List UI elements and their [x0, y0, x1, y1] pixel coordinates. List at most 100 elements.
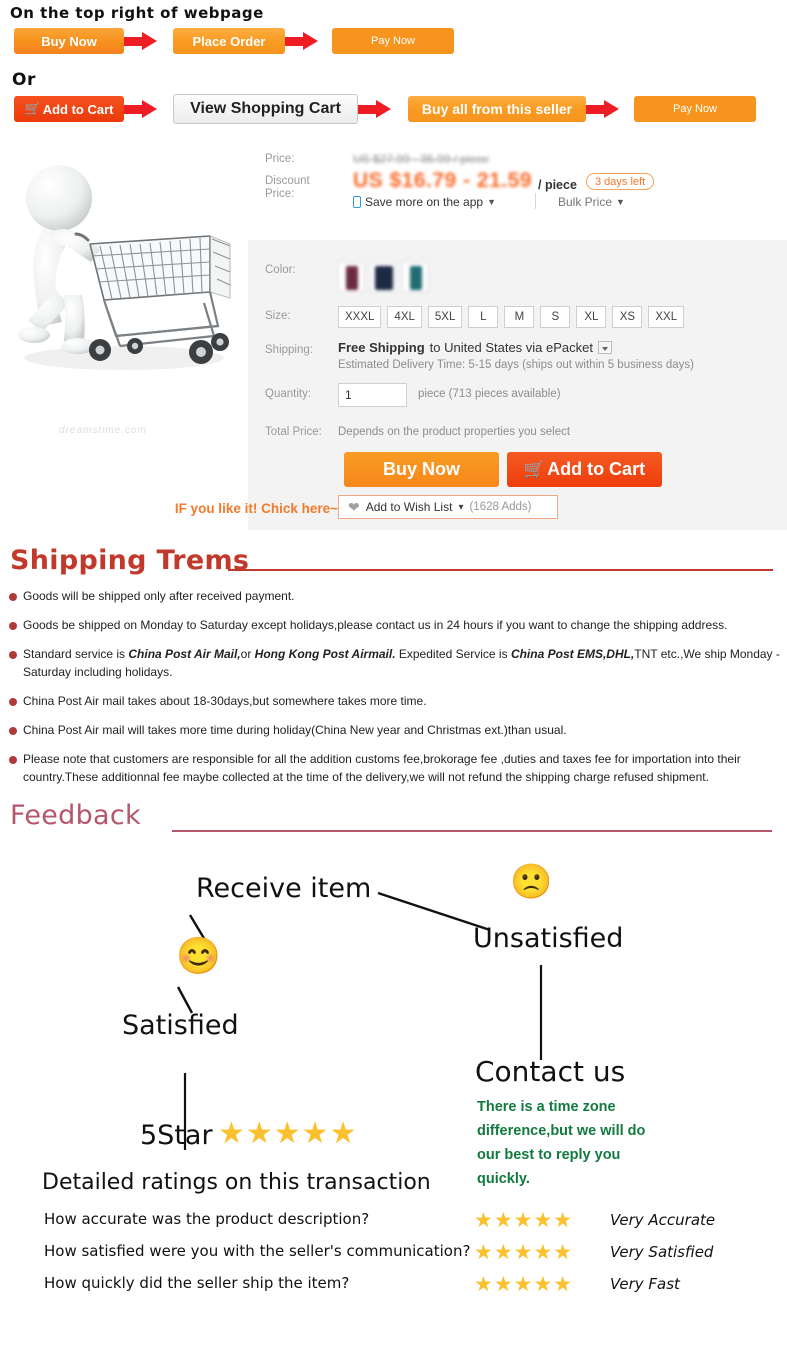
rating-stars-icon: ★★★★★	[474, 1209, 574, 1232]
chevron-down-icon: ▼	[487, 197, 496, 207]
cart-icon: 🛒	[523, 459, 546, 479]
cart-icon: 🛒	[24, 101, 41, 116]
flow-buy-all-from-seller-button[interactable]: Buy all from this seller	[408, 96, 586, 122]
receive-item-label: Receive item	[196, 873, 372, 904]
flow-view-shopping-cart-button[interactable]: View Shopping Cart	[173, 94, 358, 124]
buy-now-button[interactable]: Buy Now	[344, 452, 499, 487]
section-divider	[172, 830, 772, 832]
size-option[interactable]: 5XL	[427, 306, 463, 328]
flow-add-to-cart-button[interactable]: 🛒 Add to Cart	[14, 96, 124, 122]
list-item: China Post Air mail takes about 18-30day…	[0, 692, 787, 710]
wish-list-hint: IF you like it! Chick here~	[174, 501, 338, 516]
shopping-cart-person-icon	[18, 165, 231, 370]
feedback-header: Feedback	[0, 800, 787, 838]
price-block: Price: US $27.99 - 35.99 / piece Discoun…	[248, 147, 787, 242]
rating-stars-icon: ★★★★★	[474, 1241, 574, 1264]
flow-pay-now-button-2[interactable]: Pay Now	[634, 96, 756, 122]
rating-row: How quickly did the seller ship the item…	[0, 1272, 787, 1304]
rating-label: Very Fast	[610, 1275, 680, 1293]
rating-label: Very Accurate	[610, 1211, 716, 1229]
rating-question: How satisfied were you with the seller's…	[44, 1242, 471, 1260]
rating-label: Very Satisfied	[610, 1243, 714, 1261]
size-option[interactable]: XL	[576, 306, 607, 328]
feedback-title: Feedback	[10, 800, 141, 831]
color-swatch[interactable]	[338, 262, 364, 292]
product-illustration: dreamstime.com	[4, 140, 248, 470]
satisfied-label: Satisfied	[122, 1010, 239, 1041]
stock-availability-text: piece (713 pieces available)	[418, 388, 561, 400]
rating-question: How accurate was the product description…	[44, 1210, 370, 1228]
save-more-on-app-dropdown[interactable]: Save more on the app ▼	[353, 195, 496, 209]
bulk-price-label: Bulk Price	[558, 195, 613, 209]
checkout-flow-section: On the top right of webpage Buy Now Plac…	[0, 0, 787, 135]
product-detail-section: dreamstime.com Price: US $27.99 - 35.99 …	[0, 135, 787, 535]
product-options-panel: Color: Size: XXXL 4XL 5XL L M S XL XS XX…	[175, 240, 787, 530]
size-option[interactable]: XXL	[648, 306, 685, 328]
add-to-cart-button[interactable]: 🛒 Add to Cart	[507, 452, 662, 487]
arrow-right-icon	[586, 100, 620, 118]
quantity-row: Quantity: 1 piece (713 pieces available)	[248, 383, 787, 414]
price-divider	[535, 193, 536, 209]
discount-price-label-line2: Price:	[265, 188, 295, 200]
size-option[interactable]: 4XL	[387, 306, 422, 328]
color-swatch[interactable]	[370, 262, 396, 292]
image-watermark: dreamstime.com	[59, 425, 147, 436]
shipping-row: Shipping: Free Shipping to United States…	[248, 340, 787, 382]
total-price-value: Depends on the product properties you se…	[338, 426, 571, 438]
feedback-diagram: Receive item 😊 Satisfied 🙁 Unsatisfied C…	[0, 845, 787, 1205]
arrow-right-icon	[124, 32, 158, 50]
chevron-down-icon[interactable]: ▾	[458, 502, 463, 513]
rating-row: How satisfied were you with the seller's…	[0, 1240, 787, 1272]
total-price-row: Total Price: Depends on the product prop…	[248, 426, 787, 446]
shipping-method-selector[interactable]: Free Shipping to United States via ePack…	[338, 340, 612, 355]
detailed-ratings-list: How accurate was the product description…	[0, 1208, 787, 1304]
size-option[interactable]: L	[468, 306, 499, 328]
color-swatch-list	[338, 262, 428, 292]
detailed-ratings-title: Detailed ratings on this transaction	[42, 1170, 431, 1195]
list-item: Please note that customers are responsib…	[0, 750, 787, 786]
size-option[interactable]: S	[540, 306, 571, 328]
size-label: Size:	[265, 310, 291, 322]
arrow-right-icon	[124, 100, 158, 118]
flow-buy-now-button[interactable]: Buy Now	[14, 28, 124, 54]
free-shipping-text: Free Shipping	[338, 340, 425, 355]
days-left-badge: 3 days left	[586, 173, 655, 190]
arrow-right-icon	[358, 100, 392, 118]
list-item: Goods be shipped on Monday to Saturday e…	[0, 616, 787, 634]
size-option[interactable]: M	[504, 306, 535, 328]
section-divider	[228, 569, 773, 571]
sad-face-stop-hand-icon: 🙁	[510, 863, 553, 901]
color-swatch[interactable]	[402, 262, 428, 292]
shipping-label: Shipping:	[265, 344, 313, 356]
add-to-wish-list-label: Add to Wish List	[365, 500, 453, 514]
contact-us-title: Contact us	[475, 1055, 626, 1088]
quantity-input[interactable]: 1	[338, 383, 407, 407]
bulk-price-dropdown[interactable]: Bulk Price ▼	[558, 195, 625, 209]
shipping-terms-list: Goods will be shipped only after receive…	[0, 587, 787, 797]
total-price-label: Total Price:	[265, 426, 322, 438]
rating-question: How quickly did the seller ship the item…	[44, 1274, 350, 1292]
contact-us-note: There is a time zone difference,but we w…	[477, 1099, 646, 1187]
list-item: Standard service is China Post Air Mail,…	[0, 645, 787, 681]
price-label: Price:	[265, 153, 295, 165]
add-to-wish-list-button[interactable]: ❤ Add to Wish List ▾ (1628 Adds)	[338, 495, 558, 519]
product-cta-group: Buy Now 🛒 Add to Cart	[344, 452, 662, 487]
chevron-down-icon: ▼	[616, 197, 625, 207]
quantity-label: Quantity:	[265, 388, 312, 400]
size-option[interactable]: XS	[612, 306, 643, 328]
list-item: China Post Air mail will takes more time…	[0, 721, 787, 739]
size-option[interactable]: XXXL	[338, 306, 382, 328]
shipping-terms-header: Shipping Trems	[0, 545, 787, 583]
discount-price-label: Discount Price:	[265, 175, 321, 201]
rating-stars-icon: ★★★★★	[474, 1273, 574, 1296]
chevron-down-icon[interactable]	[597, 341, 612, 354]
price-unit: / piece	[538, 178, 577, 192]
shipping-destination: to United States via ePacket	[429, 340, 593, 355]
flow-place-order-button[interactable]: Place Order	[173, 28, 285, 54]
arrow-right-icon	[285, 32, 319, 50]
shipping-terms-title: Shipping Trems	[10, 545, 250, 576]
flow-caption-or: Or	[12, 70, 36, 90]
size-option-list: XXXL 4XL 5XL L M S XL XS XXL	[338, 306, 685, 328]
estimated-delivery-text: Estimated Delivery Time: 5-15 days (ship…	[338, 359, 695, 371]
flow-pay-now-button[interactable]: Pay Now	[332, 28, 454, 54]
